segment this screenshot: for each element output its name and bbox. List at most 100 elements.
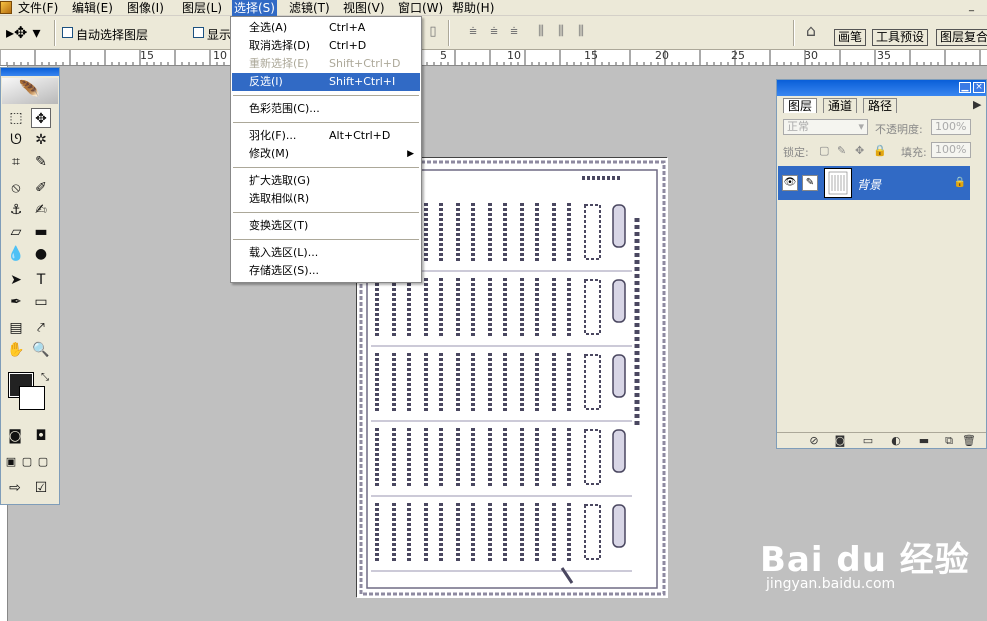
lock-all-icon[interactable]: 🔒 — [873, 144, 887, 157]
menu-item-grow[interactable]: 扩大选取(G) — [232, 172, 420, 190]
menu-item-load-selection[interactable]: 载入选区(L)... — [232, 244, 420, 262]
show-bounding-checkbox[interactable] — [193, 27, 204, 38]
align-icon[interactable]: ▯ — [425, 25, 441, 39]
menu-edit[interactable]: 编辑(E) — [70, 0, 115, 16]
distribute-top-icon[interactable]: ⩧ — [465, 25, 481, 39]
menu-file[interactable]: 文件(F) — [16, 0, 60, 16]
slice-tool-icon[interactable]: ✎ — [31, 152, 51, 172]
imageready-icon[interactable]: ☑ — [31, 478, 51, 498]
layer-thumbnail — [824, 168, 852, 198]
eraser-tool-icon[interactable]: ▱ — [6, 222, 26, 242]
layers-panel-titlebar[interactable]: ▁ × — [777, 80, 986, 96]
marquee-tool-icon[interactable]: ⬚ — [6, 108, 26, 128]
gradient-tool-icon[interactable]: ▬ — [31, 222, 51, 242]
fill-input[interactable]: 100% — [931, 142, 971, 158]
menu-layer[interactable]: 图层(L) — [180, 0, 224, 16]
blur-tool-icon[interactable]: 💧 — [6, 244, 26, 264]
menu-filter[interactable]: 滤镜(T) — [287, 0, 332, 16]
lock-image-icon[interactable]: ✎ — [837, 144, 846, 157]
distribute-right-icon[interactable]: ⫼ — [573, 25, 589, 39]
new-group-icon[interactable]: ▬ — [917, 434, 931, 447]
new-fill-adjustment-icon[interactable]: ◐ — [889, 434, 903, 447]
menu-item-label: 全选(A) — [249, 21, 288, 34]
zoom-tool-icon[interactable]: 🔍 — [31, 340, 51, 360]
new-layer-icon[interactable]: ⧉ — [942, 434, 956, 447]
baidu-jingyan-watermark: Bai du 经验 jingyan.baidu.com — [760, 520, 980, 610]
screen-mode-full-icon[interactable]: ▢ — [33, 452, 53, 472]
menu-item-transform-selection[interactable]: 变换选区(T) — [232, 217, 420, 235]
tab-layers[interactable]: 图层 — [783, 98, 818, 113]
path-selection-icon[interactable]: ➤ — [6, 270, 26, 290]
fill-label: 填充: — [901, 146, 927, 159]
menu-item-label: 反选(I) — [249, 75, 283, 88]
menu-image[interactable]: 图像(I) — [125, 0, 166, 16]
menu-item-select-all[interactable]: 全选(A) Ctrl+A — [232, 19, 420, 37]
shape-tool-icon[interactable]: ▭ — [31, 292, 51, 312]
type-tool-icon[interactable]: T — [31, 270, 51, 290]
crop-tool-icon[interactable]: ⌗ — [6, 152, 26, 172]
menu-view[interactable]: 视图(V) — [341, 0, 387, 16]
notes-tool-icon[interactable]: ▤ — [6, 318, 26, 338]
menu-select[interactable]: 选择(S) — [232, 0, 277, 16]
standard-mode-icon[interactable]: ◙ — [5, 426, 25, 446]
distribute-left-icon[interactable]: ⫼ — [533, 25, 549, 39]
brush-link-icon[interactable]: ✎ — [802, 175, 818, 191]
history-brush-icon[interactable]: ✍ — [31, 200, 51, 220]
blend-mode-select[interactable]: 正常 ▾ — [783, 119, 868, 135]
distribute-hcenter-icon[interactable]: ⫼ — [553, 25, 569, 39]
magic-wand-icon[interactable]: ✲ — [31, 130, 51, 150]
distribute-vcenter-icon[interactable]: ⩧ — [486, 25, 502, 39]
add-mask-icon[interactable]: ▭ — [861, 434, 875, 447]
add-layer-style-icon[interactable]: ◙ — [833, 434, 847, 447]
tab-paths[interactable]: 路径 — [863, 98, 898, 113]
menu-help[interactable]: 帮助(H) — [450, 0, 496, 16]
jump-to-imageready-icon[interactable]: ⇨ — [5, 478, 25, 498]
well-tab-brushes[interactable]: 画笔 — [834, 29, 867, 46]
adobe-feather-icon[interactable]: 🪶 — [2, 78, 58, 104]
auto-select-checkbox[interactable] — [62, 27, 73, 38]
background-color-swatch[interactable] — [19, 386, 45, 410]
move-tool-icon[interactable]: ✥ — [31, 108, 51, 128]
layer-row-background[interactable]: 👁 ✎ 背景 🔒 — [778, 166, 970, 200]
distribute-bottom-icon[interactable]: ⩧ — [506, 25, 522, 39]
eyedropper-icon[interactable]: ⤤ — [31, 318, 51, 338]
opacity-input[interactable]: 100% — [931, 119, 971, 135]
swap-colors-icon[interactable]: ⤡ — [35, 368, 55, 388]
tab-channels[interactable]: 通道 — [823, 98, 858, 113]
photoshop-app-icon[interactable] — [0, 1, 12, 14]
menu-item-save-selection[interactable]: 存储选区(S)... — [232, 262, 420, 280]
menu-item-shortcut: Ctrl+D — [329, 39, 367, 52]
healing-brush-icon[interactable]: ⦸ — [6, 178, 26, 198]
quick-mask-icon[interactable]: ◘ — [31, 426, 51, 446]
lasso-tool-icon[interactable]: ᘎ — [6, 130, 26, 150]
delete-layer-icon[interactable]: 🗑 — [962, 434, 976, 447]
column-heading-mark — [584, 429, 601, 485]
minimize-button[interactable]: _ — [965, 1, 978, 14]
file-browser-icon[interactable]: ⌂ — [803, 23, 819, 39]
menu-item-deselect[interactable]: 取消选择(D) Ctrl+D — [232, 37, 420, 55]
toolbox-titlebar[interactable] — [1, 68, 59, 76]
panel-menu-arrow-icon[interactable]: ▶ — [973, 98, 981, 111]
move-tool-preset-icon[interactable]: ▸✥ ▾ — [6, 22, 46, 44]
menu-item-inverse[interactable]: 反选(I) Shift+Ctrl+I — [232, 73, 420, 91]
link-layers-icon[interactable]: ⊘ — [807, 434, 821, 447]
dodge-tool-icon[interactable]: ● — [31, 244, 51, 264]
panel-minimize-button[interactable]: ▁ — [959, 82, 971, 93]
menu-item-modify[interactable]: 修改(M) ▶ — [232, 145, 420, 163]
pen-tool-icon[interactable]: ✒ — [6, 292, 26, 312]
hand-tool-icon[interactable]: ✋ — [6, 340, 26, 360]
lock-position-icon[interactable]: ✥ — [855, 144, 864, 157]
lock-transparency-icon[interactable]: ▢ — [819, 144, 829, 157]
menu-item-color-range[interactable]: 色彩范围(C)... — [232, 100, 420, 118]
well-tab-tool-presets[interactable]: 工具预设 — [872, 29, 929, 46]
menu-window[interactable]: 窗口(W) — [396, 0, 445, 16]
eye-icon[interactable]: 👁 — [782, 175, 798, 191]
menu-item-feather[interactable]: 羽化(F)... Alt+Ctrl+D — [232, 127, 420, 145]
brush-tool-icon[interactable]: ✐ — [31, 178, 51, 198]
seal-mark — [612, 204, 626, 248]
clone-stamp-icon[interactable]: ⚓ — [6, 200, 26, 220]
layers-panel-footer: ⊘ ◙ ▭ ◐ ▬ ⧉ 🗑 — [777, 432, 986, 448]
menu-item-similar[interactable]: 选取相似(R) — [232, 190, 420, 208]
well-tab-layer-comps[interactable]: 图层复合 — [936, 29, 987, 46]
panel-close-button[interactable]: × — [973, 82, 985, 93]
